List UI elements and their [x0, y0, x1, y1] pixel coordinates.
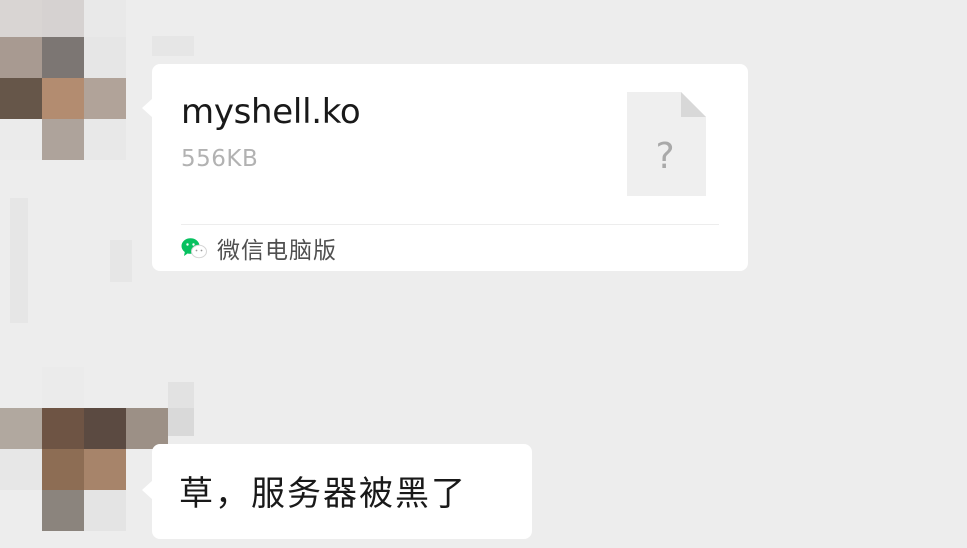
blurred-region	[10, 198, 28, 323]
svg-text:?: ?	[655, 136, 674, 177]
file-message-bubble[interactable]: myshell.ko 556KB ? 微信电脑版	[142, 64, 748, 271]
chat-message-list: myshell.ko 556KB ? 微信电脑版 草，服务器被黑了	[0, 0, 967, 548]
message-source: 微信电脑版	[181, 232, 337, 264]
blurred-region	[110, 240, 132, 282]
file-name: myshell.ko	[181, 92, 361, 132]
divider	[181, 224, 719, 225]
blurred-region	[152, 36, 194, 56]
avatar[interactable]	[0, 367, 168, 531]
source-label: 微信电脑版	[217, 238, 337, 264]
avatar[interactable]	[0, 0, 168, 160]
file-size: 556KB	[181, 146, 259, 172]
wechat-icon	[181, 237, 207, 259]
unknown-file-icon: ?	[627, 92, 706, 196]
text-message-bubble[interactable]: 草，服务器被黑了	[142, 444, 532, 539]
message-text: 草，服务器被黑了	[179, 474, 467, 514]
